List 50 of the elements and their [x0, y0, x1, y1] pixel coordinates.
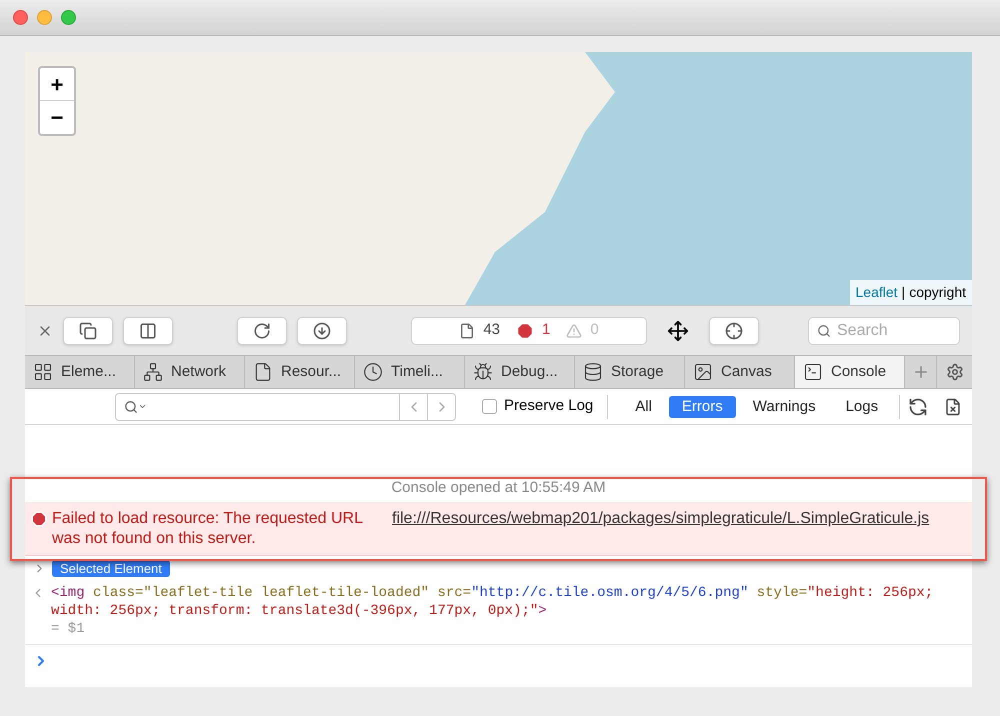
- undock-button[interactable]: [63, 316, 113, 344]
- errors-count[interactable]: 1: [542, 319, 550, 342]
- panel-tab[interactable]: Console: [795, 356, 905, 388]
- preserve-log-checkbox[interactable]: [482, 399, 498, 414]
- columns-icon: [139, 322, 157, 340]
- network-icon: [143, 362, 163, 382]
- close-window-button[interactable]: [13, 10, 28, 25]
- filter-button[interactable]: Logs: [832, 396, 892, 418]
- console-icon: [803, 362, 823, 382]
- search-field[interactable]: Search: [808, 316, 960, 344]
- refresh-icon[interactable]: [908, 396, 928, 416]
- error-icon: [31, 511, 47, 527]
- leaflet-link[interactable]: Leaflet: [856, 282, 898, 303]
- resource-link[interactable]: file:///Resources/webmap201/packages/simplegraticule/L.SimpleGraticule.js: [392, 509, 930, 549]
- download-button[interactable]: [297, 316, 347, 344]
- zoom-in-button[interactable]: +: [40, 68, 74, 101]
- clear-log-icon[interactable]: [944, 398, 962, 416]
- resources-icon: [253, 362, 273, 382]
- warning-icon: [566, 322, 582, 338]
- attribution-text: copyright: [909, 283, 966, 302]
- canvas-icon: [693, 362, 713, 382]
- preserve-log-label: Preserve Log: [504, 396, 594, 416]
- resize-cursor-icon: [667, 320, 689, 342]
- download-icon: [313, 322, 331, 340]
- document-icon: [459, 322, 476, 338]
- zoom-window-button[interactable]: [61, 10, 76, 25]
- debugger-icon: [473, 362, 493, 382]
- timeline-icon: [363, 362, 383, 382]
- split-view-button[interactable]: [123, 316, 173, 344]
- result-value: = $1: [51, 620, 86, 638]
- resources-count[interactable]: 43: [483, 319, 500, 342]
- filter-button[interactable]: All: [622, 396, 665, 418]
- attribution-separator: |: [902, 283, 906, 302]
- elements-icon: [33, 362, 53, 382]
- crosshair-icon: [725, 322, 743, 340]
- error-message: Failed to load resource: The requested URL was not found on this server.: [52, 509, 364, 549]
- windows-icon: [79, 322, 97, 340]
- storage-icon: [583, 362, 603, 382]
- error-icon: [516, 322, 534, 340]
- reload-button[interactable]: [237, 316, 287, 344]
- reload-icon: [253, 322, 271, 340]
- dropdown-icon: [138, 402, 147, 411]
- filter-button[interactable]: Warnings: [740, 396, 829, 418]
- search-icon: [817, 324, 831, 338]
- filter-button[interactable]: Errors: [668, 396, 736, 418]
- settings-icon: [946, 363, 964, 381]
- zoom-out-button[interactable]: −: [40, 101, 74, 134]
- code-output: <img class="leaflet-tile leaflet-tile-loaded" src="http://c.tile.osm.org/4/5/6.png" style="height: 256px; width: 256px; transform: translate3d(-396px, 177px, 0px);">: [51, 584, 934, 620]
- inspect-button[interactable]: [709, 316, 759, 344]
- search-icon: [124, 400, 138, 414]
